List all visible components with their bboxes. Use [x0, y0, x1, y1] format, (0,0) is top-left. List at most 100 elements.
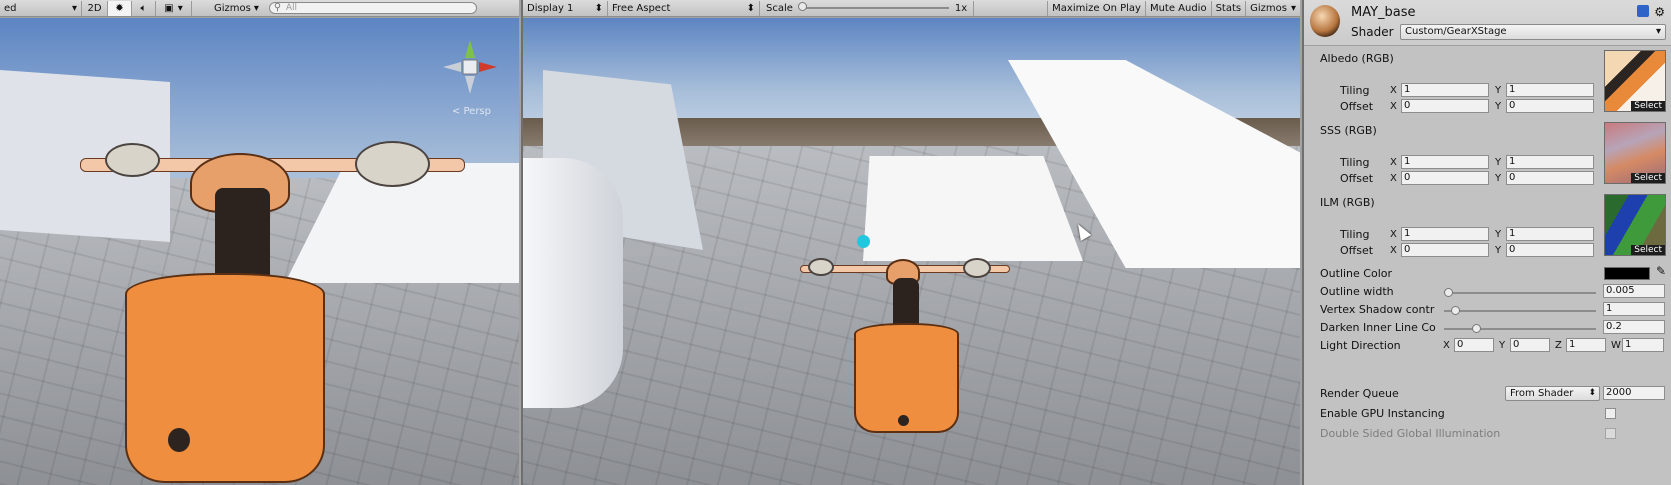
scale-slider-knob[interactable] — [797, 2, 807, 11]
game-viewport[interactable] — [523, 18, 1300, 485]
mute-audio-toggle[interactable]: Mute Audio — [1146, 0, 1212, 16]
skirt-hole — [168, 428, 190, 452]
vertex-shadow-field[interactable]: 1 — [1603, 302, 1665, 316]
material-header: MAY_base Shader Custom/GearXStage ⚙ — [1304, 0, 1671, 46]
darken-slider[interactable] — [1444, 328, 1596, 330]
render-queue-field[interactable]: 2000 — [1603, 386, 1665, 400]
tiling-y-axis: Y — [1495, 229, 1502, 240]
maximize-label: Maximize On Play — [1052, 2, 1141, 14]
scale-control[interactable]: Scale 1x — [760, 0, 975, 16]
tiling-x-field[interactable]: 1 — [1401, 155, 1489, 169]
scene-toolbar: ed ▾ 2D ✹ 🔈︎ ▣▾ Gizmos ▾ All — [0, 0, 519, 17]
tiling-y-field[interactable]: 1 — [1506, 227, 1594, 241]
scene-orientation-gizmo[interactable] — [439, 36, 501, 98]
scene-view[interactable]: ed ▾ 2D ✹ 🔈︎ ▣▾ Gizmos ▾ All — [0, 0, 519, 485]
scene-viewport[interactable]: < Persp — [0, 18, 519, 485]
tiling-x-axis: X — [1390, 229, 1397, 240]
light-z-field[interactable]: 1 — [1566, 338, 1606, 352]
shoulder-disc-left — [808, 258, 834, 276]
light-y-axis: Y — [1499, 340, 1506, 351]
outline-width-knob[interactable] — [1444, 288, 1453, 297]
light-direction-label: Light Direction — [1320, 339, 1401, 352]
character-model[interactable] — [70, 113, 490, 485]
texture-select-button[interactable]: Select — [1631, 245, 1665, 255]
material-name: MAY_base — [1351, 5, 1416, 20]
vertex-shadow-label: Vertex Shadow contr — [1320, 303, 1435, 316]
outline-width-label: Outline width — [1320, 285, 1394, 298]
chevron-down-icon: ▾ — [1290, 2, 1296, 14]
help-book-icon[interactable] — [1637, 5, 1650, 17]
offset-y-field[interactable]: 0 — [1506, 99, 1594, 113]
display-label: Display 1 — [527, 2, 574, 14]
chevron-down-icon: ▾ — [177, 2, 183, 14]
shader-dropdown[interactable]: Custom/GearXStage — [1400, 24, 1666, 40]
offset-y-field[interactable]: 0 — [1506, 171, 1594, 185]
light-w-axis: W — [1611, 340, 1621, 351]
vertex-shadow-slider[interactable] — [1444, 310, 1596, 312]
scene-search-input[interactable]: All — [268, 2, 477, 14]
vertex-shadow-knob[interactable] — [1451, 306, 1460, 315]
double-sided-gi-checkbox[interactable] — [1605, 428, 1616, 439]
offset-x-axis: X — [1390, 245, 1397, 256]
tiling-x-field[interactable]: 1 — [1401, 83, 1489, 97]
darken-field[interactable]: 0.2 — [1603, 320, 1665, 334]
persp-label[interactable]: < Persp — [452, 106, 491, 117]
texture-thumbnail[interactable]: Select — [1604, 50, 1666, 112]
maximize-on-play-toggle[interactable]: Maximize On Play — [1047, 0, 1146, 16]
double-sided-gi-label: Double Sided Global Illumination — [1320, 427, 1501, 440]
character-model[interactable] — [798, 253, 1018, 448]
aspect-label: Free Aspect — [612, 2, 671, 14]
tiling-y-field[interactable]: 1 — [1506, 83, 1594, 97]
scale-slider[interactable] — [797, 2, 949, 11]
game-view[interactable]: Display 1 ⬍ Free Aspect ⬍ Scale 1x Maxim… — [521, 0, 1300, 485]
2d-toggle[interactable]: 2D — [82, 0, 108, 16]
texture-label: Albedo (RGB) — [1320, 52, 1394, 65]
render-queue-dropdown[interactable]: From Shader — [1505, 386, 1600, 401]
light-y-field[interactable]: 0 — [1510, 338, 1550, 352]
audio-toggle[interactable]: 🔈︎ — [132, 0, 156, 16]
outline-width-field[interactable]: 0.005 — [1603, 284, 1665, 298]
chevron-down-icon: ▾ — [71, 2, 77, 14]
offset-y-field[interactable]: 0 — [1506, 243, 1594, 257]
shoulder-disc-right — [963, 258, 991, 278]
effects-dropdown[interactable]: ▣ ▾ — [156, 0, 192, 16]
darken-knob[interactable] — [1472, 324, 1481, 333]
offset-x-field[interactable]: 0 — [1401, 99, 1489, 113]
light-z-axis: Z — [1555, 340, 1562, 351]
outline-color-swatch[interactable] — [1604, 267, 1650, 280]
display-dropdown[interactable]: Display 1 ⬍ — [523, 0, 608, 16]
tiling-y-axis: Y — [1495, 157, 1502, 168]
texture-thumbnail[interactable]: Select — [1604, 122, 1666, 184]
game-gizmos-dropdown[interactable]: Gizmos ▾ — [1246, 1, 1300, 16]
offset-x-field[interactable]: 0 — [1401, 243, 1489, 257]
eyedropper-icon[interactable]: ✎ — [1656, 264, 1666, 278]
chevron-up-down-icon: ⬍ — [594, 2, 603, 14]
offset-x-axis: X — [1390, 173, 1397, 184]
tiling-y-field[interactable]: 1 — [1506, 155, 1594, 169]
offset-y-axis: Y — [1495, 173, 1502, 184]
tiling-label: Tiling — [1340, 84, 1370, 97]
gear-icon[interactable]: ⚙ — [1654, 5, 1665, 19]
shading-mode-dropdown[interactable]: ed ▾ — [0, 0, 82, 16]
texture-label: SSS (RGB) — [1320, 124, 1377, 137]
aspect-dropdown[interactable]: Free Aspect ⬍ — [608, 0, 760, 16]
tiling-x-field[interactable]: 1 — [1401, 227, 1489, 241]
offset-x-field[interactable]: 0 — [1401, 171, 1489, 185]
gizmos-label: Gizmos — [214, 2, 251, 14]
shader-label: Shader — [1351, 25, 1394, 39]
texture-thumbnail[interactable]: Select — [1604, 194, 1666, 256]
lighting-toggle[interactable]: ✹ — [108, 0, 132, 16]
mute-label: Mute Audio — [1149, 2, 1207, 14]
light-x-field[interactable]: 0 — [1454, 338, 1494, 352]
white-pillar — [523, 158, 623, 408]
scale-label: Scale — [766, 2, 793, 14]
gizmos-dropdown[interactable]: Gizmos ▾ — [210, 1, 263, 16]
gpu-instancing-checkbox[interactable] — [1605, 408, 1616, 419]
texture-select-button[interactable]: Select — [1631, 101, 1665, 111]
offset-y-axis: Y — [1495, 245, 1502, 256]
texture-select-button[interactable]: Select — [1631, 173, 1665, 183]
game-gizmos-label: Gizmos — [1250, 2, 1287, 14]
outline-width-slider[interactable] — [1444, 292, 1596, 294]
light-w-field[interactable]: 1 — [1622, 338, 1664, 352]
stats-toggle[interactable]: Stats — [1212, 0, 1247, 16]
